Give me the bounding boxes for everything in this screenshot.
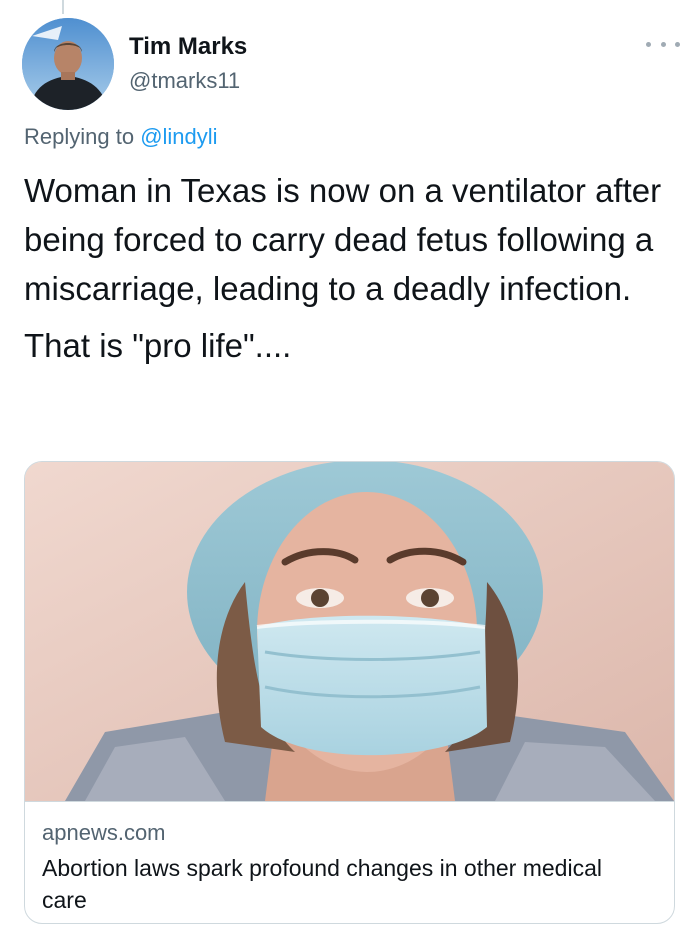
more-options-icon[interactable] [646,34,680,54]
link-preview-card[interactable]: apnews.com Abortion laws spark profound … [24,461,675,924]
thread-connector-line [62,0,64,14]
more-dot [660,41,666,47]
replying-to-mention-link[interactable]: @lindyli [140,124,217,149]
tweet-text-paragraph: That is "pro life".... [24,327,292,364]
link-preview-title: Abortion laws spark profound changes in … [42,855,602,913]
link-preview-domain: apnews.com [42,820,166,845]
tweet-text-paragraph: Woman in Texas is now on a ventilator af… [24,172,662,307]
link-preview-image[interactable] [25,462,674,801]
author-handle[interactable]: @tmarks11 [129,68,240,94]
article-photo [25,462,674,801]
link-preview-meta[interactable]: apnews.com Abortion laws spark profound … [25,801,674,923]
more-dot [675,41,680,47]
avatar-photo [22,18,114,110]
tweet: Tim Marks @tmarks11 Replying to @lindyli… [0,0,700,940]
replying-to: Replying to @lindyli [24,124,218,150]
tweet-text: Woman in Texas is now on a ventilator af… [24,166,684,370]
author-display-name[interactable]: Tim Marks [129,33,247,61]
replying-to-prefix: Replying to [24,124,141,149]
more-dot [646,41,651,47]
author-avatar[interactable] [22,18,114,110]
